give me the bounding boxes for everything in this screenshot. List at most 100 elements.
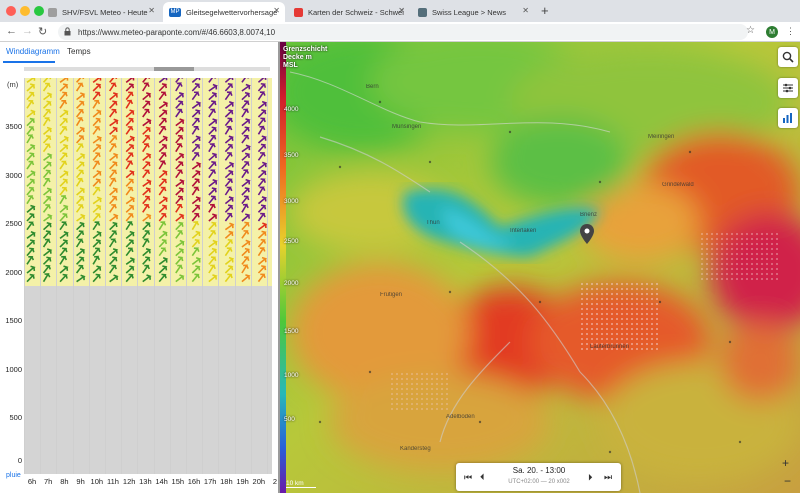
wind-barb-icon xyxy=(224,100,235,109)
wind-barb-icon xyxy=(109,221,118,231)
wind-barb-icon xyxy=(109,204,117,213)
legend-level: 3500 xyxy=(284,152,299,159)
wind-barb-icon xyxy=(208,247,218,257)
wind-barb-icon xyxy=(158,196,169,205)
minimize-window-button[interactable] xyxy=(20,6,30,16)
next-step-button[interactable]: ⏵ xyxy=(588,472,593,483)
wind-barb-icon xyxy=(26,170,36,179)
profile-avatar[interactable]: M xyxy=(766,26,778,38)
tab-title: Gleitsegelwettervorhersage | M xyxy=(186,7,279,17)
close-tab-icon[interactable]: ✕ xyxy=(148,6,155,15)
horizontal-scrollbar[interactable] xyxy=(24,67,270,71)
browser-menu-icon[interactable]: ⋮ xyxy=(786,26,795,37)
browser-tab-2[interactable]: MP Gleitsegelwettervorhersage | M ✕ xyxy=(163,2,285,22)
close-tab-icon[interactable]: ✕ xyxy=(522,6,529,15)
wind-barb-icon xyxy=(92,212,101,222)
wind-barb-icon xyxy=(257,196,268,205)
forward-arrow-icon[interactable]: → xyxy=(22,25,33,37)
wind-barb-icon xyxy=(109,143,117,153)
last-step-button[interactable]: ⏭ xyxy=(604,472,612,483)
wind-barb-icon xyxy=(241,247,251,257)
place-label: Meiringen xyxy=(648,134,675,140)
first-step-button[interactable]: ⏮ xyxy=(464,472,472,483)
wind-barb-icon xyxy=(257,169,267,179)
wind-barb-icon xyxy=(257,109,267,118)
column-divider xyxy=(137,78,139,474)
browser-tab-1[interactable]: SHV/FSVL Meteo - Heute ✕ xyxy=(42,2,160,22)
wind-barb-icon xyxy=(26,265,36,274)
zoom-in-button[interactable]: + xyxy=(782,456,789,470)
wind-barb-icon xyxy=(241,221,250,231)
wind-barb-icon xyxy=(175,82,183,92)
wind-barb-icon xyxy=(125,257,136,265)
wind-barb-icon xyxy=(158,221,167,231)
place-label: Grindelwald xyxy=(662,182,694,188)
wind-barb-icon xyxy=(241,195,250,205)
wind-barb-icon xyxy=(125,135,136,144)
tab-winddiagramm[interactable]: Winddiagramm xyxy=(6,47,60,56)
wind-barb-icon xyxy=(241,178,251,187)
browser-tab-4[interactable]: Swiss League > News ✕ xyxy=(412,2,534,22)
wind-barb-icon xyxy=(59,109,69,118)
close-tab-icon[interactable]: ✕ xyxy=(273,6,280,15)
wind-barb-icon xyxy=(208,134,217,144)
wind-barb-icon xyxy=(26,186,35,196)
wind-barb-icon xyxy=(92,170,102,179)
wind-barb-icon xyxy=(26,204,36,213)
wind-barb-icon xyxy=(175,118,185,127)
zoom-out-button[interactable]: − xyxy=(784,474,791,488)
wind-barb-icon xyxy=(241,169,250,179)
location-pin-icon[interactable] xyxy=(580,224,594,244)
back-arrow-icon[interactable]: ← xyxy=(6,25,17,37)
new-tab-button[interactable]: + xyxy=(541,3,549,18)
scrollbar-thumb[interactable] xyxy=(154,67,194,71)
wind-barb-icon xyxy=(158,239,168,248)
wind-barb-icon xyxy=(142,187,152,196)
wind-barb-icon xyxy=(175,179,185,187)
wind-barb-icon xyxy=(26,126,35,135)
browser-tab-3[interactable]: Karten der Schweiz - Schweize ✕ xyxy=(288,2,410,22)
wind-barb-icon xyxy=(125,230,135,239)
wind-barb-icon xyxy=(241,239,251,248)
bookmark-star-icon[interactable]: ☆ xyxy=(746,25,755,36)
wind-barb-icon xyxy=(208,203,216,213)
wind-barb-icon xyxy=(158,143,168,153)
wind-barb-icon xyxy=(109,230,118,239)
time-control: ⏮ ⏴ Sa. 20. - 13:00 UTC+02:00 — 20 x002 … xyxy=(456,463,621,491)
wind-barb-icon xyxy=(241,230,250,239)
tab-temps[interactable]: Temps xyxy=(67,47,91,56)
wind-barb-icon xyxy=(158,204,168,213)
close-tab-icon[interactable]: ✕ xyxy=(398,6,405,15)
wind-barb-icon xyxy=(142,230,151,239)
wind-barb-icon xyxy=(175,92,185,101)
settings-button[interactable] xyxy=(778,78,798,98)
wind-barb-icon xyxy=(92,204,102,213)
place-label: Lauterbrunnen xyxy=(590,344,630,350)
wind-barb-icon xyxy=(142,238,150,248)
search-button[interactable] xyxy=(778,47,798,67)
wind-barb-icon xyxy=(109,256,118,265)
wind-barb-icon xyxy=(158,170,168,179)
close-window-button[interactable] xyxy=(6,6,16,16)
reload-icon[interactable]: ↻ xyxy=(38,25,47,38)
wind-barb-icon xyxy=(175,152,185,161)
previous-step-button[interactable]: ⏴ xyxy=(480,472,485,483)
wind-barb-icon xyxy=(125,109,135,118)
chart-button[interactable] xyxy=(778,108,798,128)
boundary-layer-map[interactable]: Grenzschicht Decke m MSL 4000 3500 3000 … xyxy=(280,42,800,493)
wind-barb-icon xyxy=(59,152,68,161)
wind-barb-icon xyxy=(257,161,268,170)
wind-barb-icon xyxy=(142,213,152,222)
wind-barb-icon xyxy=(158,109,168,118)
place-label: Frutigen xyxy=(380,292,403,298)
wind-barb-icon xyxy=(59,265,69,274)
wind-barb-icon xyxy=(92,255,101,265)
wind-barb-icon xyxy=(241,203,249,213)
wind-barb-icon xyxy=(257,91,266,101)
column-divider xyxy=(40,78,42,474)
wind-barb-icon xyxy=(175,126,184,135)
url-text: https://www.meteo-paraponte.com/#/46.660… xyxy=(78,27,276,37)
wind-barb-icon xyxy=(191,91,200,101)
url-input[interactable]: https://www.meteo-paraponte.com/#/46.660… xyxy=(58,24,748,40)
wind-barb-icon xyxy=(26,239,36,248)
